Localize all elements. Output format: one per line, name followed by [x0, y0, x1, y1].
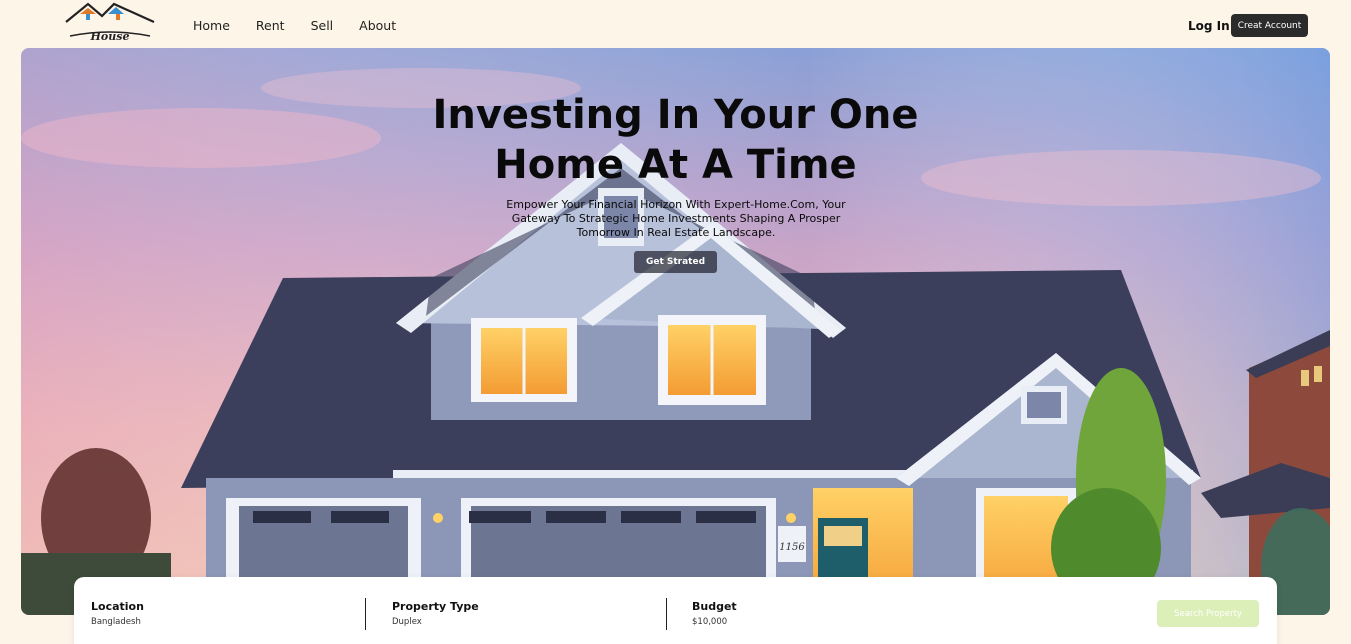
location-field[interactable]: Location Bangladesh [91, 600, 144, 627]
hero-title-line2: Home At A Time [494, 142, 857, 188]
budget-value[interactable]: $10,000 [692, 617, 737, 627]
property-type-label: Property Type [392, 600, 479, 613]
hero-subtitle: Empower Your Financial Horizon With Expe… [506, 198, 846, 239]
field-divider [666, 598, 667, 630]
property-type-value[interactable]: Duplex [392, 617, 479, 627]
house-number: 1156 [779, 542, 805, 553]
budget-label: Budget [692, 600, 737, 613]
nav-item-rent[interactable]: Rent [256, 18, 285, 33]
nav-item-sell[interactable]: Sell [311, 18, 334, 33]
budget-field[interactable]: Budget $10,000 [692, 600, 737, 627]
location-value[interactable]: Bangladesh [91, 617, 144, 627]
site-header: House Home Rent Sell About Log In Creat … [0, 0, 1351, 48]
field-divider [365, 598, 366, 630]
logo-text: House [90, 30, 130, 43]
main-nav: Home Rent Sell About [193, 18, 396, 33]
property-type-field[interactable]: Property Type Duplex [392, 600, 479, 627]
hero-banner: 1156 Investing In Your One Home At A Tim… [21, 48, 1330, 615]
hero-title-line1: Investing In Your One [432, 92, 919, 138]
nav-item-about[interactable]: About [359, 18, 396, 33]
login-link[interactable]: Log In [1188, 19, 1230, 33]
property-search-card: Location Bangladesh Property Type Duplex… [74, 577, 1277, 644]
nav-item-home[interactable]: Home [193, 18, 230, 33]
get-started-button[interactable]: Get Strated [634, 251, 717, 273]
search-property-button[interactable]: Search Property [1157, 600, 1259, 627]
create-account-button[interactable]: Creat Account [1231, 14, 1308, 37]
hero-title: Investing In Your One Home At A Time [21, 90, 1330, 190]
location-label: Location [91, 600, 144, 613]
house-logo-icon[interactable]: House [62, 0, 158, 44]
